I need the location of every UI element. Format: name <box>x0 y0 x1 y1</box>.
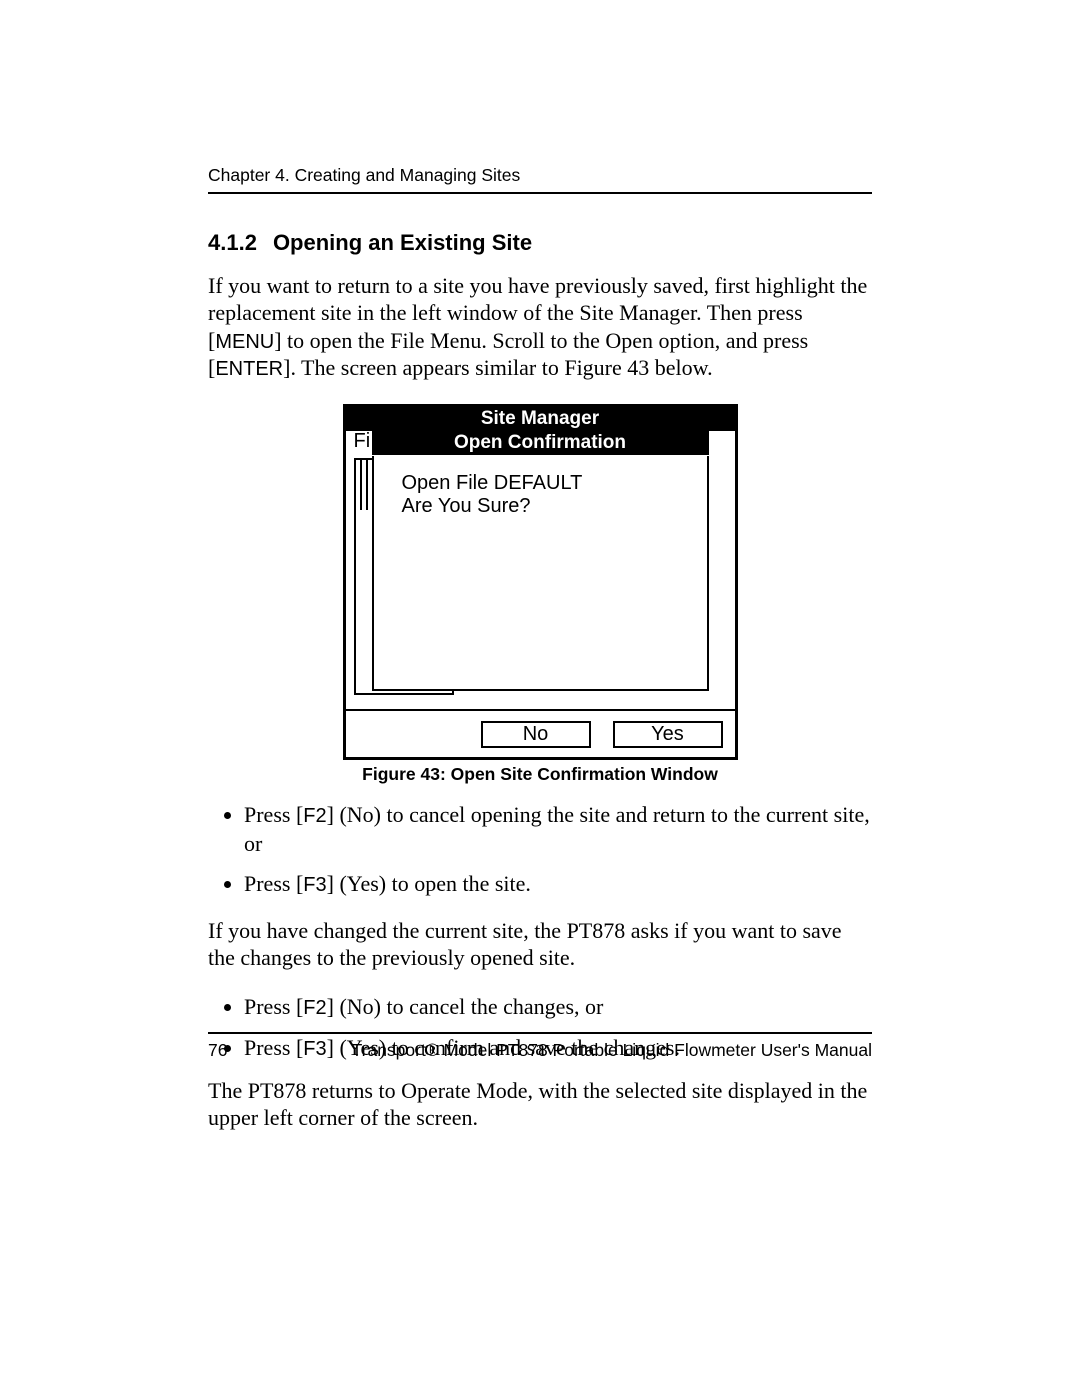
intro-text-post: ]. The screen appears similar to Figure … <box>283 355 712 380</box>
key-menu: MENU <box>215 331 274 353</box>
bullet-text-post: ] (Yes) to open the site. <box>327 871 531 896</box>
manual-page: Chapter 4. Creating and Managing Sites 4… <box>0 0 1080 1397</box>
figure-caption: Figure 43: Open Site Confirmation Window <box>343 764 738 785</box>
bullet-text-pre: Press [ <box>244 802 303 827</box>
bullet-text-pre: Press [ <box>244 871 303 896</box>
list-item: Press [F2] (No) to cancel opening the si… <box>244 801 872 858</box>
file-menu-stub: Fi <box>354 430 371 453</box>
window-title: Site Manager <box>346 407 735 431</box>
key-enter: ENTER <box>215 358 283 380</box>
section-title: Opening an Existing Site <box>273 230 532 255</box>
end-paragraph: The PT878 returns to Operate Mode, with … <box>208 1077 872 1132</box>
page-footer: 76 Transport® Model PT878 Portable Liqui… <box>208 1032 872 1061</box>
bullet-text-post: ] (No) to cancel the changes, or <box>327 994 604 1019</box>
key-f2: F2 <box>303 997 326 1019</box>
page-number: 76 <box>208 1040 227 1061</box>
key-f3: F3 <box>303 874 326 896</box>
button-row: No Yes <box>346 709 735 757</box>
intro-paragraph: If you want to return to a site you have… <box>208 272 872 382</box>
bullet-list-1: Press [F2] (No) to cancel opening the si… <box>208 801 872 899</box>
yes-button[interactable]: Yes <box>613 721 723 748</box>
chapter-header: Chapter 4. Creating and Managing Sites <box>208 165 872 186</box>
key-f2: F2 <box>303 805 326 827</box>
dialog-body: Open File DEFAULT Are You Sure? <box>372 456 709 691</box>
dialog-line1: Open File DEFAULT <box>402 472 697 495</box>
menu-row: Fi Open Confirmation <box>346 431 735 455</box>
dialog-title: Open Confirmation <box>372 431 709 455</box>
header-rule <box>208 192 872 194</box>
figure-wrap: Site Manager Fi Open Confirmation Open F… <box>343 404 738 785</box>
bullet-text-post: ] (No) to cancel opening the site and re… <box>244 802 870 856</box>
list-item: Press [F3] (Yes) to open the site. <box>244 870 872 899</box>
list-scroll-indicator <box>360 460 368 510</box>
list-item: Press [F2] (No) to cancel the changes, o… <box>244 993 872 1022</box>
bullet-text-pre: Press [ <box>244 994 303 1019</box>
manual-title: Transport® Model PT878 Portable Liquid F… <box>352 1040 872 1061</box>
no-button[interactable]: No <box>481 721 591 748</box>
device-screenshot: Site Manager Fi Open Confirmation Open F… <box>343 404 738 760</box>
footer-rule <box>208 1032 872 1034</box>
dialog-line2: Are You Sure? <box>402 495 697 518</box>
section-heading: 4.1.2 Opening an Existing Site <box>208 230 872 256</box>
section-number: 4.1.2 <box>208 230 257 255</box>
mid-paragraph: If you have changed the current site, th… <box>208 917 872 972</box>
